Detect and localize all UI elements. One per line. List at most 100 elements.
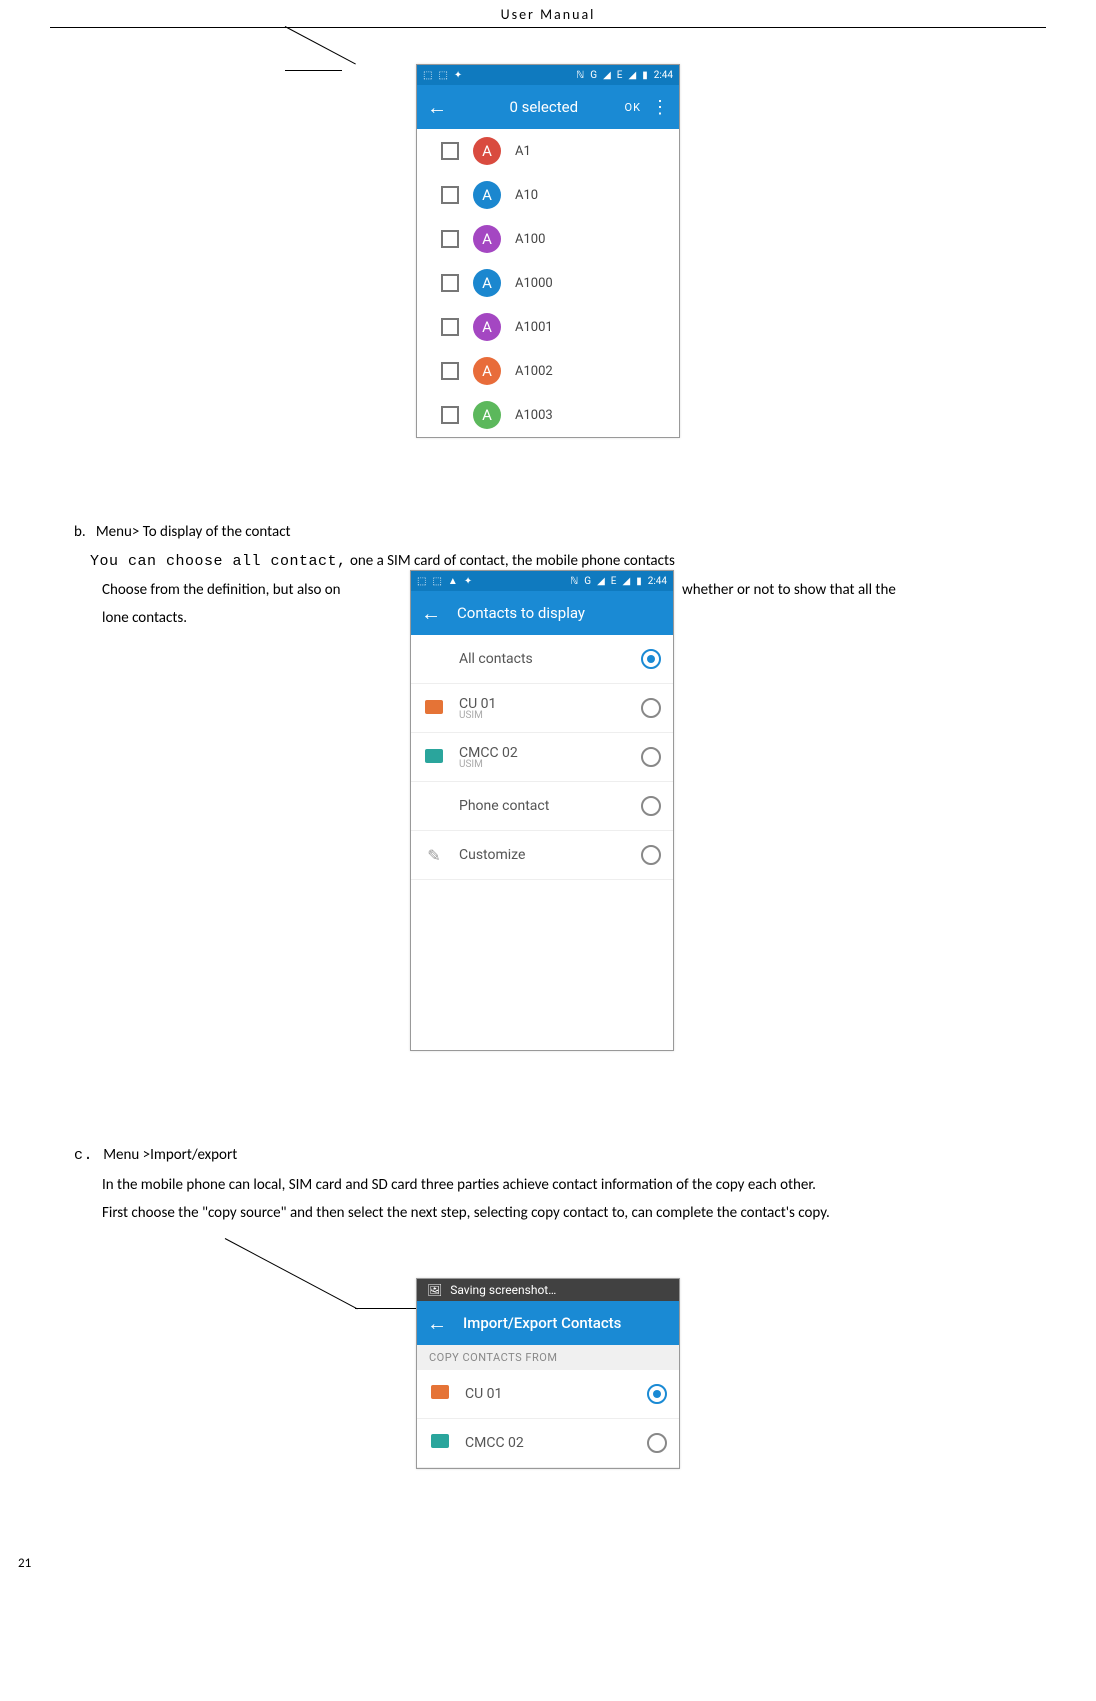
contact-name: A1000	[515, 276, 553, 291]
customize-icon: ✎	[427, 846, 440, 865]
option-label: All contacts	[459, 651, 641, 667]
item-marker: c.	[74, 1147, 93, 1164]
copy-from-list: CU 01 CMCC 02	[417, 1370, 679, 1468]
image-icon: 🖼	[427, 1283, 442, 1297]
checkbox[interactable]	[441, 142, 459, 160]
radio-button[interactable]	[647, 1433, 667, 1453]
mono-text: You can choose all contact,	[90, 553, 347, 570]
saving-text: Saving screenshot…	[450, 1283, 556, 1297]
checkbox[interactable]	[441, 362, 459, 380]
display-option-row[interactable]: Phone contact	[411, 782, 673, 831]
status-icon: ⬚	[438, 70, 447, 81]
screenshot-contacts-to-display: ⬚ ⬚ ▲ ✦ ℕ G ◢ E ◢ ▮ 2:44	[410, 570, 674, 1051]
section-c-p2: First choose the "copy source" and then …	[102, 1199, 1046, 1228]
radio-button[interactable]	[641, 796, 661, 816]
contact-list: A A1 A A10 AA100 A A1000 A A1001 A A1002 A A1003	[417, 129, 679, 437]
signal-icon: ◢	[628, 70, 636, 81]
contact-name: A1002	[515, 364, 553, 379]
contact-name: A1001	[515, 320, 553, 335]
sim-icon	[431, 1385, 449, 1399]
contact-name: A10	[515, 188, 538, 203]
display-option-row[interactable]: All contacts	[411, 635, 673, 684]
page-header: User Manual	[50, 0, 1046, 28]
radio-button[interactable]	[641, 698, 661, 718]
contact-row[interactable]: A A10	[417, 173, 679, 217]
battery-icon: ▮	[636, 576, 642, 587]
heading-text: To display of the contact	[139, 523, 290, 541]
section-c-heading: c. Menu >Import/export	[74, 1141, 1046, 1171]
display-option-row[interactable]: ✎ Customize	[411, 831, 673, 880]
section-b-line2-left: Choose from the definition, but also on	[102, 576, 402, 605]
status-icon: ✦	[454, 70, 462, 81]
avatar: A	[473, 401, 501, 429]
heading-text: Menu >Import/export	[103, 1146, 237, 1164]
status-time: 2:44	[648, 576, 667, 587]
checkbox[interactable]	[441, 318, 459, 336]
appbar-title: 0 selected	[463, 98, 625, 116]
battery-icon: ▮	[642, 70, 648, 81]
option-label: CU 01USIM	[459, 696, 641, 721]
avatar: A	[473, 357, 501, 385]
item-marker: b.	[74, 523, 86, 541]
checkbox[interactable]	[441, 406, 459, 424]
radio-button[interactable]	[641, 649, 661, 669]
contact-row[interactable]: AA100	[417, 217, 679, 261]
option-label: CMCC 02USIM	[459, 745, 641, 770]
contact-row[interactable]: A A1000	[417, 261, 679, 305]
display-option-row[interactable]: CMCC 02USIM	[411, 733, 673, 782]
menu-label: Menu>	[96, 523, 140, 541]
radio-button[interactable]	[641, 747, 661, 767]
status-icon: ▲	[448, 576, 458, 587]
section-b-line3: lone contacts.	[102, 604, 187, 633]
callout-leader	[285, 70, 342, 71]
contact-name: A1003	[515, 408, 553, 423]
section-b-line2-right: whether or not to show that all the	[682, 576, 1046, 605]
sim-icon	[425, 700, 443, 714]
avatar: A	[473, 269, 501, 297]
overflow-icon[interactable]: ⋮	[651, 97, 669, 118]
section-c-p1: In the mobile phone can local, SIM card …	[102, 1171, 1046, 1200]
source-label: CU 01	[465, 1386, 647, 1402]
appbar-title: Contacts to display	[457, 604, 663, 622]
avatar: A	[473, 137, 501, 165]
ok-button[interactable]: OK	[625, 101, 641, 114]
copy-source-row[interactable]: CMCC 02	[417, 1419, 679, 1468]
contact-name: A100	[515, 232, 545, 247]
radio-button[interactable]	[647, 1384, 667, 1404]
checkbox[interactable]	[441, 230, 459, 248]
back-icon[interactable]: ←	[427, 97, 447, 117]
display-options-list: All contacts CU 01USIM CMCC 02USIM Phone co…	[411, 635, 673, 880]
checkbox[interactable]	[441, 274, 459, 292]
sim-icon	[431, 1434, 449, 1448]
status-nfc-icon: ℕ	[576, 70, 584, 81]
contact-row[interactable]: A A1003	[417, 393, 679, 437]
status-time: 2:44	[654, 70, 673, 81]
contact-row[interactable]: A A1002	[417, 349, 679, 393]
page-number: 21	[18, 1556, 31, 1571]
option-label: Customize	[459, 847, 641, 863]
status-extra: E	[611, 576, 617, 587]
status-extra: E	[617, 70, 623, 81]
contact-row[interactable]: A A1	[417, 129, 679, 173]
radio-button[interactable]	[641, 845, 661, 865]
status-icon: ⬚	[417, 576, 426, 587]
section-b-heading: b. Menu> To display of the contact	[74, 518, 1046, 547]
appbar-title: Import/Export Contacts	[463, 1314, 669, 1332]
avatar: A	[473, 181, 501, 209]
callout-leader	[285, 26, 356, 64]
sim-icon	[425, 749, 443, 763]
back-icon[interactable]: ←	[427, 1313, 447, 1333]
status-carrier: G	[590, 70, 597, 81]
screenshot-select-contacts: ⬚ ⬚ ✦ ℕ G ◢ E ◢ ▮ 2:44 ← 0 selected OK	[416, 64, 680, 438]
signal-icon: ◢	[597, 576, 605, 587]
avatar: A	[473, 313, 501, 341]
display-option-row[interactable]: CU 01USIM	[411, 684, 673, 733]
copy-source-row[interactable]: CU 01	[417, 1370, 679, 1419]
contact-name: A1	[515, 144, 531, 159]
status-icon: ✦	[464, 576, 472, 587]
contact-row[interactable]: A A1001	[417, 305, 679, 349]
checkbox[interactable]	[441, 186, 459, 204]
option-sublabel: USIM	[459, 710, 641, 721]
back-icon[interactable]: ←	[421, 603, 441, 623]
screenshot-import-export: 🖼 Saving screenshot… ← Import/Export Con…	[416, 1278, 680, 1469]
